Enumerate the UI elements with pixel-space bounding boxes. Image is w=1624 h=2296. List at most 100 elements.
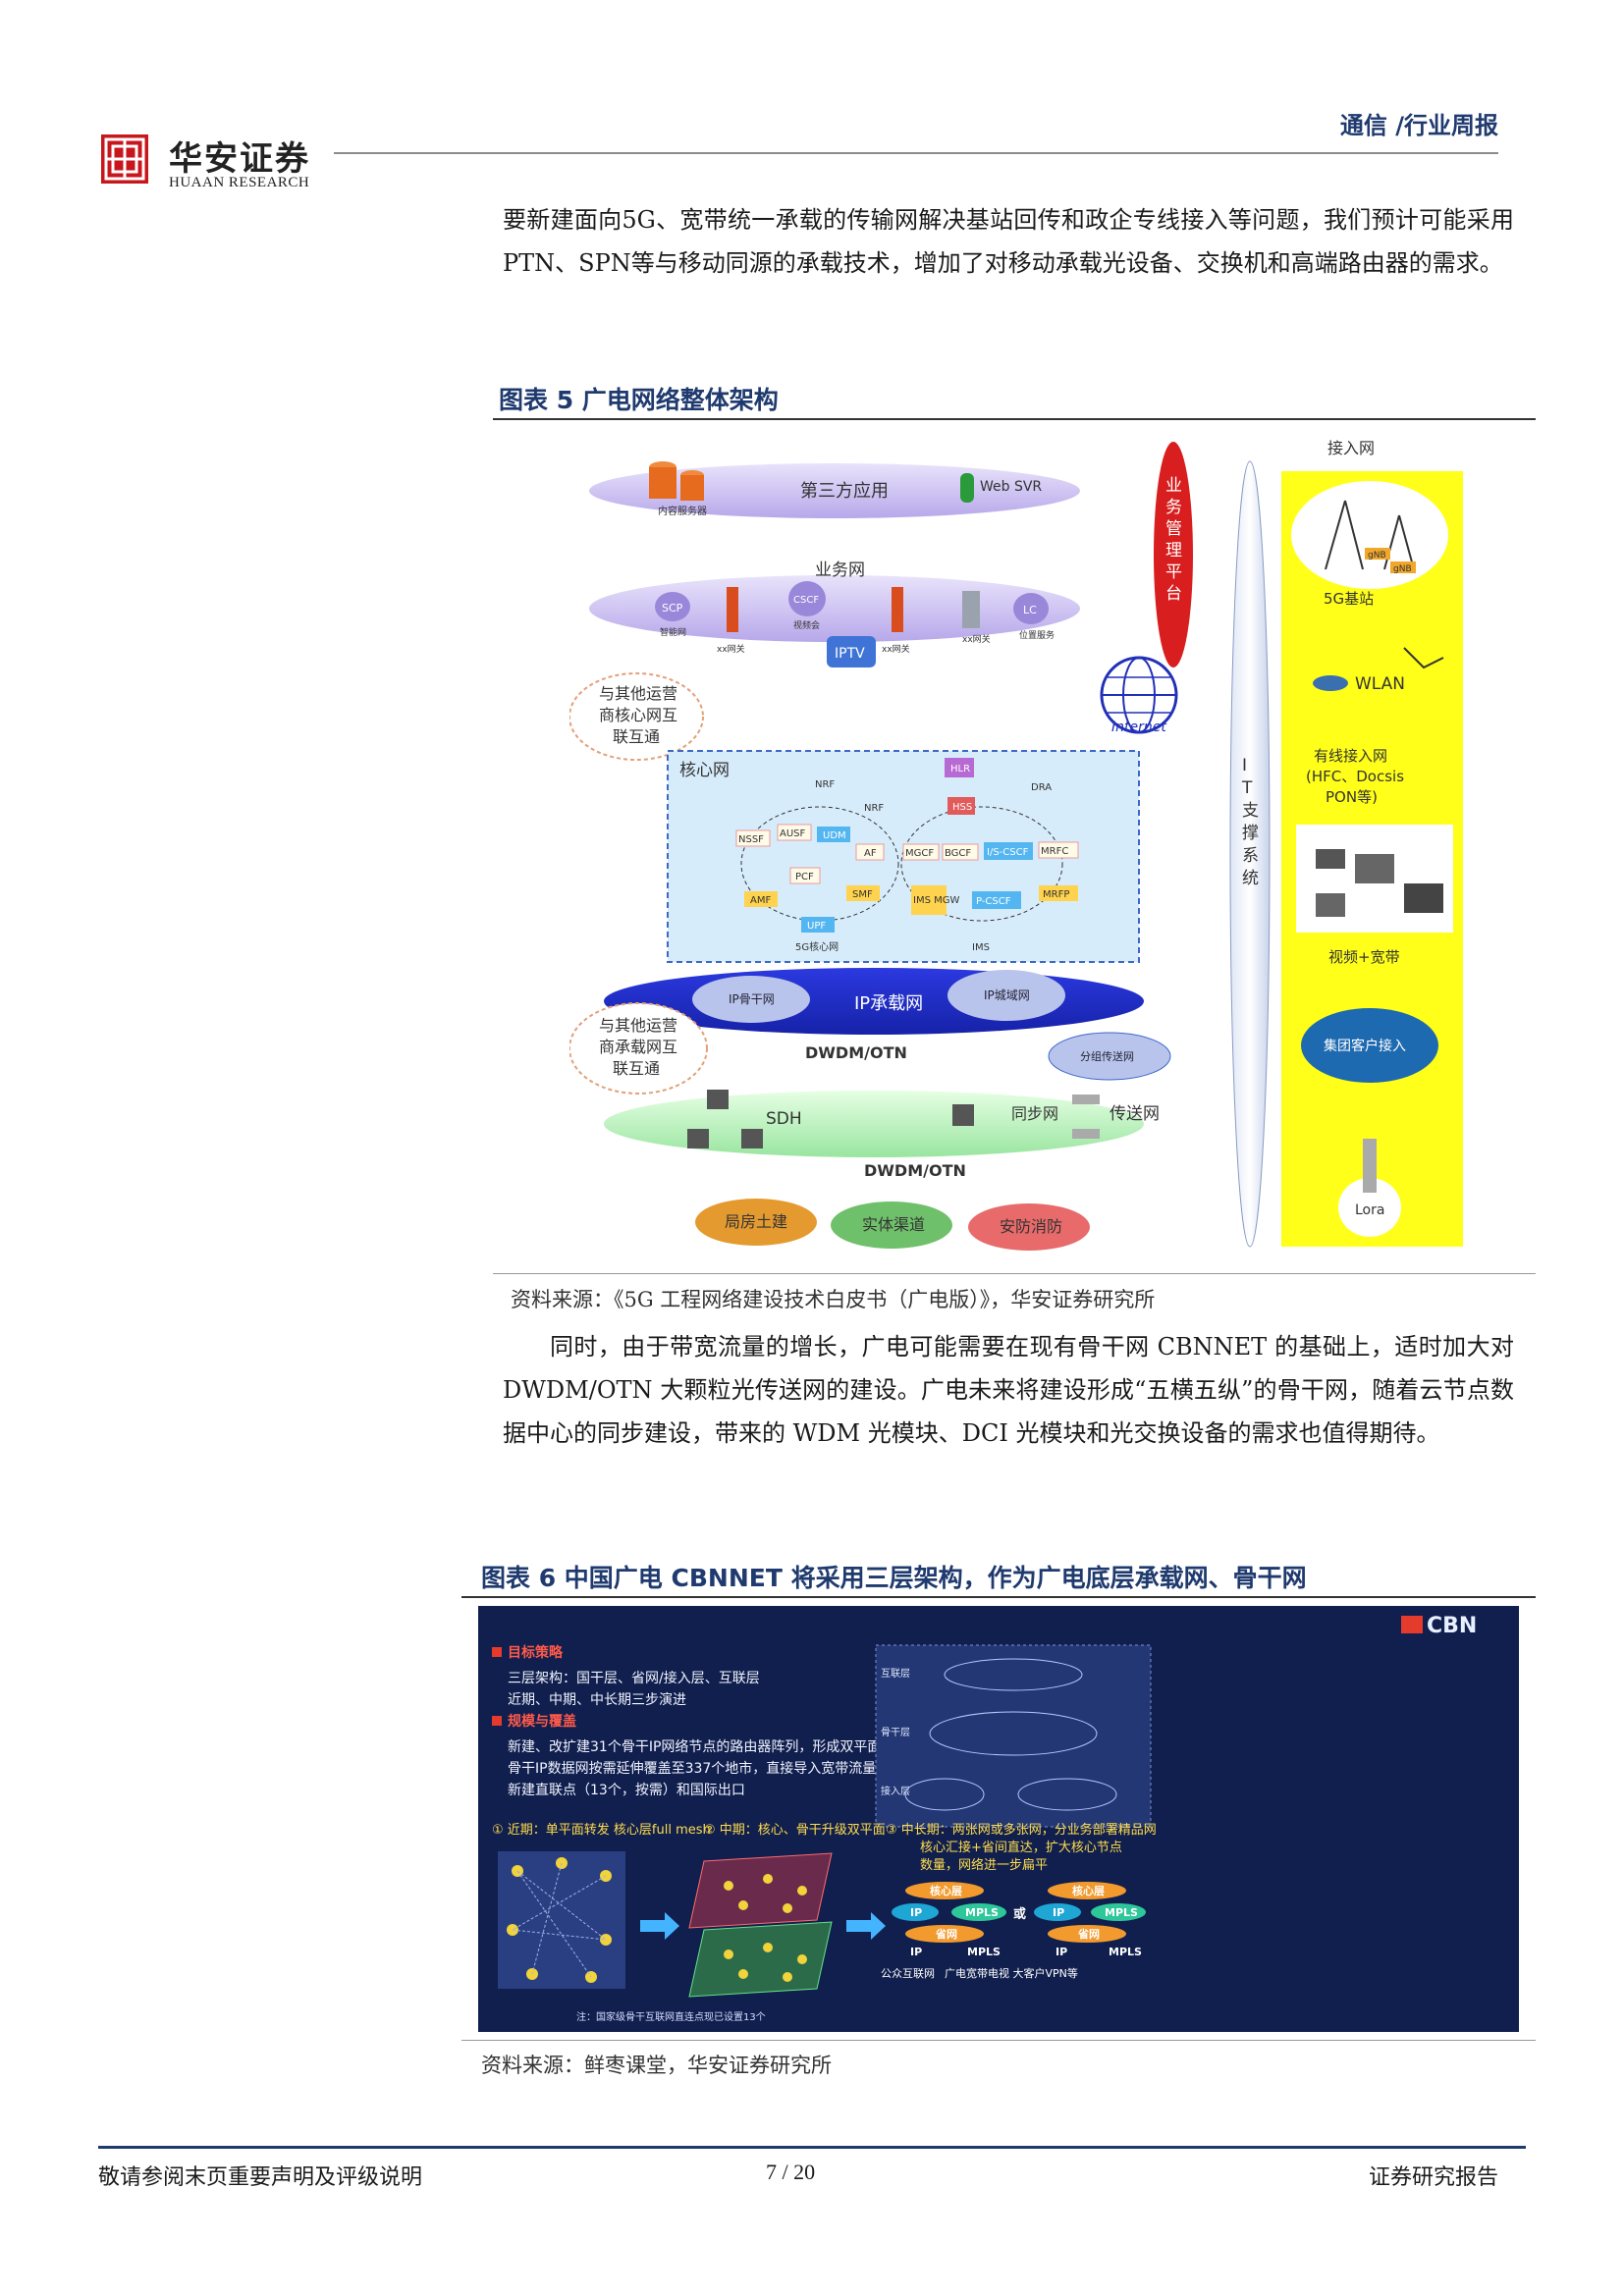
broadcast-network-architecture-diagram: 内容服务器 第三方应用 Web SVR 业务网 SCP 智能网 xx网关 CSC… xyxy=(569,439,1463,1251)
svg-text:NSSF: NSSF xyxy=(738,834,764,845)
svg-text:SMF: SMF xyxy=(852,889,873,900)
cbnnet-slide: CBN 目标策略 三层架构：国干层、省网/接入层、互联层 近期、中期、中长期三步… xyxy=(478,1606,1519,2032)
cbnnet-presentation-photo: CBN 目标策略 三层架构：国干层、省网/接入层、互联层 近期、中期、中长期三步… xyxy=(478,1606,1519,2032)
svg-text:同步网: 同步网 xyxy=(1011,1104,1058,1123)
svg-text:xx网关: xx网关 xyxy=(882,643,910,655)
svg-text:MRFP: MRFP xyxy=(1043,889,1069,900)
server-rack-icon xyxy=(962,591,980,628)
svg-text:IP: IP xyxy=(1056,1946,1067,1958)
svg-text:WLAN: WLAN xyxy=(1355,674,1405,694)
svg-text:HLR: HLR xyxy=(950,764,970,774)
iptv-icon: IPTV xyxy=(827,636,876,667)
svg-text:② 中期：核心、骨干升级双平面: ② 中期：核心、骨干升级双平面 xyxy=(704,1823,886,1838)
svg-text:目标策略: 目标策略 xyxy=(508,1644,564,1661)
svg-text:骨干IP数据网按需延伸覆盖至337个地市，直接导入宽带流量: 骨干IP数据网按需延伸覆盖至337个地市，直接导入宽带流量 xyxy=(508,1760,876,1777)
core-net-label: 核心网 xyxy=(679,761,730,780)
svg-text:AUSF: AUSF xyxy=(780,828,806,839)
svg-text:MPLS: MPLS xyxy=(1105,1906,1138,1919)
third-party-label: 第三方应用 xyxy=(800,481,889,502)
svg-text:省网: 省网 xyxy=(935,1927,957,1941)
svg-text:BGCF: BGCF xyxy=(945,848,971,859)
svg-text:gNB: gNB xyxy=(1368,551,1386,561)
svg-text:MGCF: MGCF xyxy=(905,848,934,859)
svg-text:接入网: 接入网 xyxy=(1327,439,1375,457)
svg-text:CSCF: CSCF xyxy=(793,595,819,606)
svg-text:互联层: 互联层 xyxy=(881,1668,910,1680)
svg-text:NRF: NRF xyxy=(815,779,835,790)
svg-text:或: 或 xyxy=(1013,1906,1026,1922)
web-server-icon xyxy=(960,473,974,503)
svg-text:智能网: 智能网 xyxy=(660,626,686,638)
figure-source: 资料来源：《5G 工程网络建设技术白皮书（广电版）》，华安证券研究所 xyxy=(511,1288,1156,1311)
body-paragraph: 要新建面向5G、宽带统一承载的传输网解决基站回传和政企专线接入等问题，我们预计可… xyxy=(503,206,1514,277)
disclaimer-note: 敬请参阅末页重要声明及评级说明 xyxy=(98,2165,423,2190)
figure-title: 图表 6 中国广电 CBNNET 将采用三层架构，作为广电底层承载网、骨干网 xyxy=(481,1564,1307,1592)
svg-text:AF: AF xyxy=(864,848,877,859)
web-svr-label: Web SVR xyxy=(980,479,1042,495)
svg-text:视频会: 视频会 xyxy=(793,619,820,631)
svg-text:核心层: 核心层 xyxy=(1072,1884,1105,1897)
svg-text:LC: LC xyxy=(1023,604,1037,616)
figure-rule xyxy=(461,1596,1536,1598)
5g-base-station-icon xyxy=(1291,481,1448,589)
report-type: 证券研究报告 xyxy=(1368,2165,1498,2190)
svg-text:MPLS: MPLS xyxy=(965,1906,999,1919)
svg-text:视频+宽带: 视频+宽带 xyxy=(1328,948,1400,966)
logo-text: 华安证券 xyxy=(169,139,310,179)
figure-source: 资料来源：鲜枣课堂，华安证券研究所 xyxy=(481,2054,832,2077)
content-server-label: 内容服务器 xyxy=(658,505,707,517)
svg-text:集团客户接入: 集团客户接入 xyxy=(1324,1038,1406,1054)
svg-text:MPLS: MPLS xyxy=(967,1946,1001,1958)
figure-bottom-rule xyxy=(461,2040,1536,2041)
svg-text:SDH: SDH xyxy=(766,1109,802,1129)
figure-title: 图表 5 广电网络整体架构 xyxy=(499,386,779,414)
svg-text:P-CSCF: P-CSCF xyxy=(976,896,1011,907)
huaan-logo-icon xyxy=(101,134,148,184)
svg-text:位置服务: 位置服务 xyxy=(1019,629,1055,641)
svg-text:IP: IP xyxy=(1053,1906,1064,1919)
svg-text:局房土建: 局房土建 xyxy=(725,1212,787,1231)
svg-text:传送网: 传送网 xyxy=(1110,1104,1160,1124)
report-category: 通信 /行业周报 xyxy=(1339,112,1498,139)
firewall-icon xyxy=(727,587,738,632)
svg-text:Lora: Lora xyxy=(1355,1202,1384,1218)
content-server-icon xyxy=(649,461,704,501)
svg-text:IP: IP xyxy=(910,1906,922,1919)
svg-text:PCF: PCF xyxy=(795,872,814,882)
svg-text:三层架构：国干层、省网/接入层、互联层: 三层架构：国干层、省网/接入层、互联层 xyxy=(508,1670,760,1686)
svg-text:NRF: NRF xyxy=(864,803,884,814)
svg-text:DRA: DRA xyxy=(1031,782,1052,793)
svg-text:分组传送网: 分组传送网 xyxy=(1080,1049,1134,1063)
header-divider xyxy=(334,152,1498,154)
svg-text:AMF: AMF xyxy=(750,895,771,906)
figure-rule xyxy=(493,418,1536,420)
cbn-brand: CBN xyxy=(1427,1614,1477,1638)
svg-text:UPF: UPF xyxy=(807,921,826,932)
figure-bottom-rule xyxy=(493,1273,1536,1274)
logo-subtext: HUAAN RESEARCH xyxy=(169,175,310,190)
svg-text:实体渠道: 实体渠道 xyxy=(862,1215,925,1234)
svg-text:近期、中期、中长期三步演进: 近期、中期、中长期三步演进 xyxy=(508,1692,686,1708)
svg-text:DWDM/OTN: DWDM/OTN xyxy=(805,1043,907,1062)
svg-text:xx网关: xx网关 xyxy=(962,633,991,645)
svg-text:DWDM/OTN: DWDM/OTN xyxy=(864,1161,966,1180)
svg-text:I/S-CSCF: I/S-CSCF xyxy=(987,847,1029,858)
internet-label: Internet xyxy=(1111,720,1166,735)
svg-text:xx网关: xx网关 xyxy=(717,643,745,655)
page-number: 7 / 20 xyxy=(766,2160,816,2184)
body-paragraph: 同时，由于带宽流量的增长，广电可能需要在现有骨干网 CBNNET 的基础上，适时… xyxy=(503,1333,1514,1447)
svg-text:IP城域网: IP城域网 xyxy=(984,988,1030,1002)
svg-text:UDM: UDM xyxy=(823,830,846,841)
svg-text:5G核心网: 5G核心网 xyxy=(795,940,839,953)
svg-text:核心层: 核心层 xyxy=(930,1884,962,1897)
svg-text:MRFC: MRFC xyxy=(1041,846,1068,857)
svg-text:5G基站: 5G基站 xyxy=(1324,590,1374,608)
transport-network-layer xyxy=(604,1091,1144,1157)
firewall-icon xyxy=(892,587,903,632)
svg-text:广电宽带电视 大客户VPN等: 广电宽带电视 大客户VPN等 xyxy=(945,1966,1078,1980)
svg-text:IP: IP xyxy=(910,1946,922,1958)
svg-text:公众互联网: 公众互联网 xyxy=(881,1967,935,1980)
service-net-label: 业务网 xyxy=(815,561,865,580)
svg-text:注：国家级骨干互联网直连点现已设置13个: 注：国家级骨干互联网直连点现已设置13个 xyxy=(576,2010,766,2023)
svg-text:IPTV: IPTV xyxy=(835,646,865,662)
